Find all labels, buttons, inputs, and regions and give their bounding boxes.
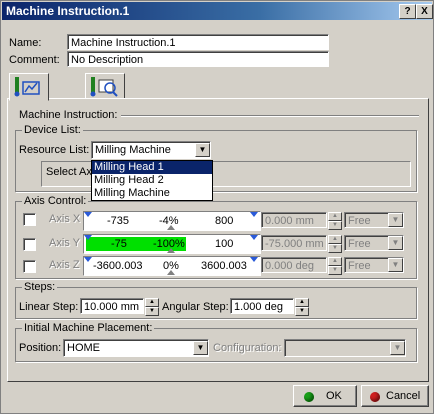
ok-button[interactable]: OK [293,385,357,407]
machine-instruction-label: Machine Instruction: [19,109,118,121]
resource-list-select[interactable]: Milling Machine [91,141,211,159]
axis-x-mode-chevron-icon[interactable]: ▼ [388,213,403,227]
axis-z-mode-chevron-icon[interactable]: ▼ [388,258,403,272]
select-axis-area [211,161,411,187]
resource-list-value: Milling Machine [95,144,171,156]
axis-y-max-marker [250,235,258,240]
configuration-select[interactable] [284,339,406,357]
position-label: Position: [19,342,62,354]
axis-control-legend: Axis Control: [22,195,89,207]
dropdown-option-milling-head-2[interactable]: Milling Head 2 [92,174,212,187]
comment-label: Comment: [9,54,60,66]
angular-step-label: Angular Step: [162,301,229,313]
axis-z-max: 3600.003 [201,260,247,272]
axis-x-min: -735 [107,215,130,227]
select-axis-box: Select Ax [41,161,93,187]
select-axis-text: Select Ax [46,166,92,178]
axis-y-checkbox[interactable] [23,238,36,251]
help-button[interactable]: ? [399,4,416,19]
axis-x-spinner[interactable]: ▲ ▼ [328,212,342,230]
axis-x-min-marker [84,212,92,217]
axis-y-min-marker [84,235,92,240]
name-field[interactable]: Machine Instruction.1 [67,34,329,50]
axis-y-spinner[interactable]: ▲ ▼ [328,235,342,253]
group-divider [121,115,419,116]
window-title: Machine Instruction.1 [6,4,130,18]
ok-dot-icon [304,391,320,403]
ok-label: OK [326,390,342,402]
axis-x-pct: -4% [159,215,179,227]
position-select[interactable]: HOME [63,339,209,357]
cancel-dot-icon [370,391,386,403]
axis-x-max: 800 [215,215,234,227]
axis-x-max-marker [250,212,258,217]
linear-step-spinner[interactable]: ▲ ▼ [145,298,159,316]
machine-inspect-icon [90,77,118,97]
tab-machine-instruction[interactable] [9,73,49,101]
axis-z-min-marker [84,257,92,262]
axis-z-checkbox[interactable] [23,260,36,273]
axis-z-value-field[interactable]: 0.000 deg [261,257,327,273]
axis-z-spinner[interactable]: ▲ ▼ [328,257,342,275]
axis-x-checkbox[interactable] [23,213,36,226]
angular-step-spinner[interactable]: ▲ ▼ [295,298,309,316]
axis-y-min: -75 [111,238,127,250]
axis-x-label: Axis X [49,213,81,225]
position-value: HOME [67,342,100,354]
axis-y-mode-chevron-icon[interactable]: ▼ [388,236,403,250]
angular-step-field[interactable]: 1.000 deg [230,298,294,314]
resource-list-dropdown[interactable]: Milling Head 1 Milling Head 2 Milling Ma… [91,160,213,201]
axis-y-value-field[interactable]: -75.000 mm [261,235,327,251]
configuration-chevron-down-icon[interactable]: ▼ [390,341,405,355]
tab-machine-inspect[interactable] [85,73,125,99]
axis-y-label: Axis Y [49,237,80,249]
comment-field[interactable]: No Description [67,51,329,67]
configuration-label: Configuration: [213,342,282,354]
dropdown-option-milling-head-1[interactable]: Milling Head 1 [92,161,212,174]
axis-z-max-marker [250,257,258,262]
axis-z-min: -3600.003 [93,260,143,272]
dropdown-option-milling-machine[interactable]: Milling Machine [92,187,212,200]
position-chevron-down-icon[interactable]: ▼ [193,341,208,355]
close-button[interactable]: X [416,4,433,19]
machine-instruction-icon [14,77,40,97]
axis-y-max: 100 [215,238,234,250]
linear-step-field[interactable]: 10.000 mm [80,298,144,314]
axis-x-value-field[interactable]: 0.000 mm [261,212,327,228]
steps-legend: Steps: [22,281,58,293]
chevron-down-icon[interactable]: ▼ [195,143,210,157]
name-label: Name: [9,37,42,49]
title-bar[interactable]: Machine Instruction.1 ? X [2,2,433,20]
placement-legend: Initial Machine Placement: [22,322,155,334]
axis-z-label: Axis Z [49,259,80,271]
axis-z-pct: 0% [163,260,179,272]
machine-instruction-dialog: Machine Instruction.1 ? X Name: Machine … [0,0,434,414]
resource-list-label: Resource List: [19,144,90,156]
cancel-label: Cancel [386,390,421,402]
device-list-legend: Device List: [22,124,83,136]
axis-y-pct: -100% [153,238,185,250]
linear-step-label: Linear Step: [19,301,79,313]
cancel-button[interactable]: Cancel [361,385,429,407]
